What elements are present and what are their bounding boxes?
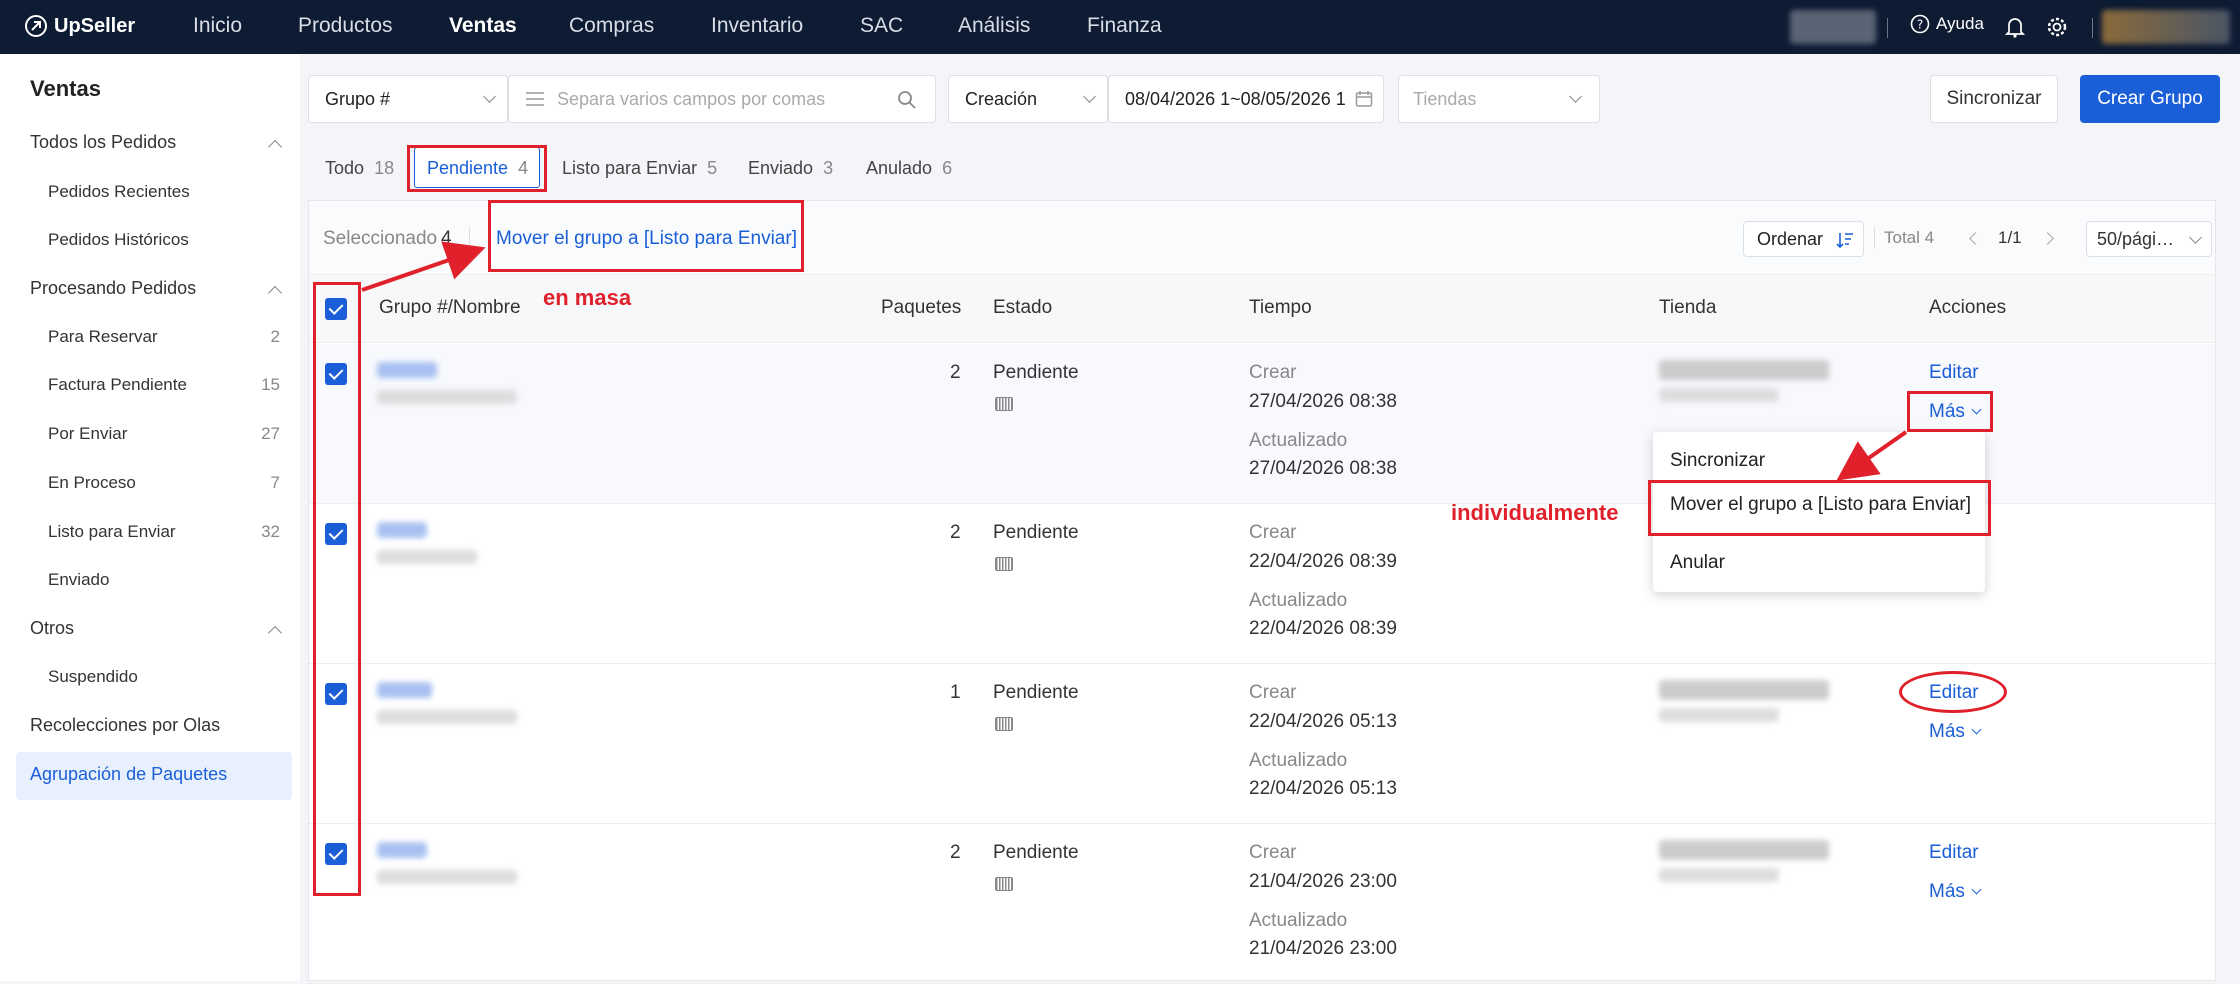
arrow-individual xyxy=(1836,430,1908,481)
annotation-label-en-masa: en masa xyxy=(543,285,632,310)
annotation-label-individualmente: individualmente xyxy=(1451,500,1619,525)
arrow-bulk xyxy=(361,241,486,292)
annotation-arrows xyxy=(361,241,1908,481)
